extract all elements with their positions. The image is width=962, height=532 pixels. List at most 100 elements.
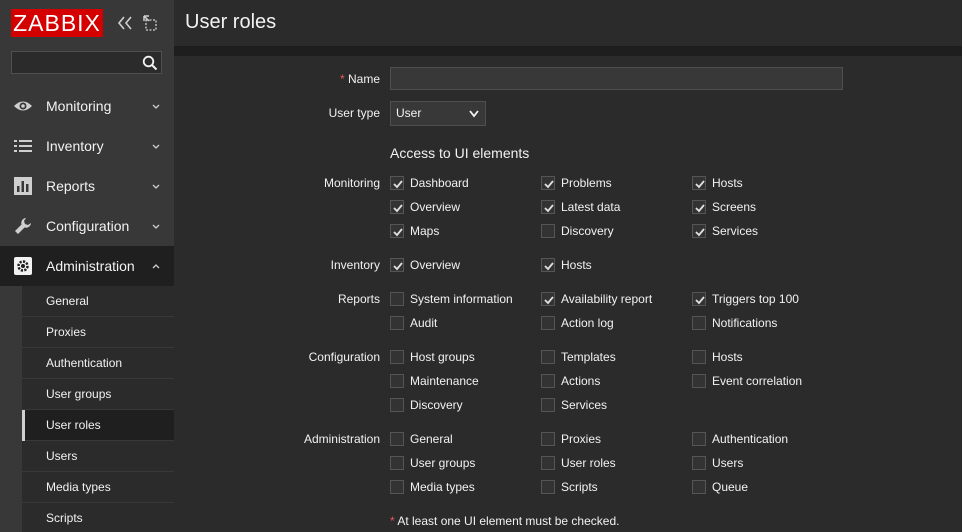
checkbox-unchecked-icon[interactable] <box>390 292 404 306</box>
checkbox-unchecked-icon[interactable] <box>692 456 706 470</box>
checkbox-checked-icon[interactable] <box>390 258 404 272</box>
checkbox-label: Services <box>561 398 608 412</box>
search-icon[interactable] <box>142 55 158 71</box>
checkbox-unchecked-icon[interactable] <box>541 350 555 364</box>
checkbox-unchecked-icon[interactable] <box>541 432 555 446</box>
checkbox-unchecked-icon[interactable] <box>692 374 706 388</box>
group-label-reports: Reports <box>337 292 380 306</box>
checkbox-label: Triggers top 100 <box>712 292 799 306</box>
group-label-monitoring: Monitoring <box>323 176 380 190</box>
wrench-icon <box>15 218 31 234</box>
checkbox-checked-icon[interactable] <box>692 292 706 306</box>
search-box <box>11 51 162 74</box>
checkbox-label: Templates <box>561 350 616 364</box>
chevron-down-icon <box>469 110 479 118</box>
checkbox-unchecked-icon[interactable] <box>692 350 706 364</box>
checkbox-unchecked-icon[interactable] <box>692 480 706 494</box>
nav-monitoring[interactable]: Monitoring <box>0 86 174 126</box>
checkbox-unchecked-icon[interactable] <box>541 456 555 470</box>
checkbox-label: User roles <box>561 456 616 470</box>
nav-label: Monitoring <box>46 98 112 114</box>
nav-label: Configuration <box>46 218 130 234</box>
required-mark: * <box>339 72 345 86</box>
checkbox-label: Latest data <box>561 200 621 214</box>
submenu-item-general[interactable]: General <box>22 286 174 317</box>
nav-reports[interactable]: Reports <box>0 166 174 206</box>
footnote: * At least one UI element must be checke… <box>390 514 619 528</box>
nav-configuration[interactable]: Configuration <box>0 206 174 246</box>
submenu-item-user-roles[interactable]: User roles <box>22 410 174 441</box>
zabbix-logo[interactable]: ZABBIX <box>11 9 103 37</box>
sidebar: ZABBIX Monitoring Inventory Reports Conf… <box>0 0 174 532</box>
chevron-up-icon <box>152 264 160 269</box>
checkbox-label: Discovery <box>561 224 614 238</box>
user-type-value: User <box>396 106 422 120</box>
chevron-down-icon <box>152 144 160 149</box>
checkbox-checked-icon[interactable] <box>541 258 555 272</box>
header-divider <box>174 46 962 56</box>
checkbox-unchecked-icon[interactable] <box>541 480 555 494</box>
submenu-item-authentication[interactable]: Authentication <box>22 348 174 379</box>
submenu-item-users[interactable]: Users <box>22 441 174 472</box>
checkbox-checked-icon[interactable] <box>692 176 706 190</box>
checkbox-unchecked-icon[interactable] <box>692 432 706 446</box>
nav-label: Reports <box>46 178 96 194</box>
nav-administration[interactable]: Administration <box>0 246 174 286</box>
checkbox-label: Problems <box>561 176 612 190</box>
chevron-down-icon <box>152 104 160 109</box>
checkbox-checked-icon[interactable] <box>541 292 555 306</box>
checkbox-label: Maintenance <box>410 374 479 388</box>
checkbox-checked-icon[interactable] <box>692 224 706 238</box>
checkbox-unchecked-icon[interactable] <box>390 374 404 388</box>
checkbox-label: Hosts <box>712 350 743 364</box>
checkbox-label: Availability report <box>561 292 653 306</box>
eye-icon <box>14 101 32 111</box>
checkbox-unchecked-icon[interactable] <box>390 398 404 412</box>
collapse-sidebar-icon[interactable] <box>115 13 135 33</box>
checkbox-label: Overview <box>410 200 461 214</box>
checkbox-unchecked-icon[interactable] <box>692 316 706 330</box>
checkbox-unchecked-icon[interactable] <box>541 374 555 388</box>
checkbox-label: Discovery <box>410 398 463 412</box>
checkbox-unchecked-icon[interactable] <box>390 350 404 364</box>
name-field[interactable] <box>390 67 843 90</box>
checkbox-label: Scripts <box>561 480 598 494</box>
group-label-inventory: Inventory <box>330 258 380 272</box>
submenu-item-scripts[interactable]: Scripts <box>22 503 174 532</box>
checkbox-label: Users <box>712 456 744 470</box>
checkbox-unchecked-icon[interactable] <box>390 480 404 494</box>
administration-submenu: General Proxies Authentication User grou… <box>22 286 174 532</box>
checkbox-unchecked-icon[interactable] <box>541 224 555 238</box>
search-input[interactable] <box>12 52 132 73</box>
page-header: User roles <box>174 0 962 46</box>
submenu-item-proxies[interactable]: Proxies <box>22 317 174 348</box>
checkbox-label: Host groups <box>410 350 475 364</box>
checkbox-checked-icon[interactable] <box>541 176 555 190</box>
checkbox-checked-icon[interactable] <box>390 176 404 190</box>
checkbox-label: System information <box>410 292 513 306</box>
chevron-down-icon <box>152 224 160 229</box>
checkbox-checked-icon[interactable] <box>390 224 404 238</box>
checkbox-unchecked-icon[interactable] <box>390 316 404 330</box>
user-type-label: User type <box>328 106 380 120</box>
checkbox-label: Authentication <box>712 432 789 446</box>
user-type-select[interactable]: User <box>390 101 486 126</box>
checkbox-unchecked-icon[interactable] <box>390 456 404 470</box>
submenu-item-media-types[interactable]: Media types <box>22 472 174 503</box>
nav-inventory[interactable]: Inventory <box>0 126 174 166</box>
chevron-down-icon <box>152 184 160 189</box>
checkbox-unchecked-icon[interactable] <box>541 316 555 330</box>
checkbox-unchecked-icon[interactable] <box>541 398 555 412</box>
nav-label: Inventory <box>46 138 104 154</box>
checkbox-unchecked-icon[interactable] <box>390 432 404 446</box>
submenu-item-user-groups[interactable]: User groups <box>22 379 174 410</box>
checkbox-checked-icon[interactable] <box>692 200 706 214</box>
name-label-text: Name <box>347 72 380 86</box>
group-label-configuration: Configuration <box>308 350 380 364</box>
checkbox-checked-icon[interactable] <box>390 200 404 214</box>
kiosk-mode-icon[interactable] <box>142 14 158 32</box>
logo-row: ZABBIX <box>0 0 174 46</box>
checkbox-label: Notifications <box>712 316 778 330</box>
checkbox-checked-icon[interactable] <box>541 200 555 214</box>
nav-label: Administration <box>46 258 135 274</box>
